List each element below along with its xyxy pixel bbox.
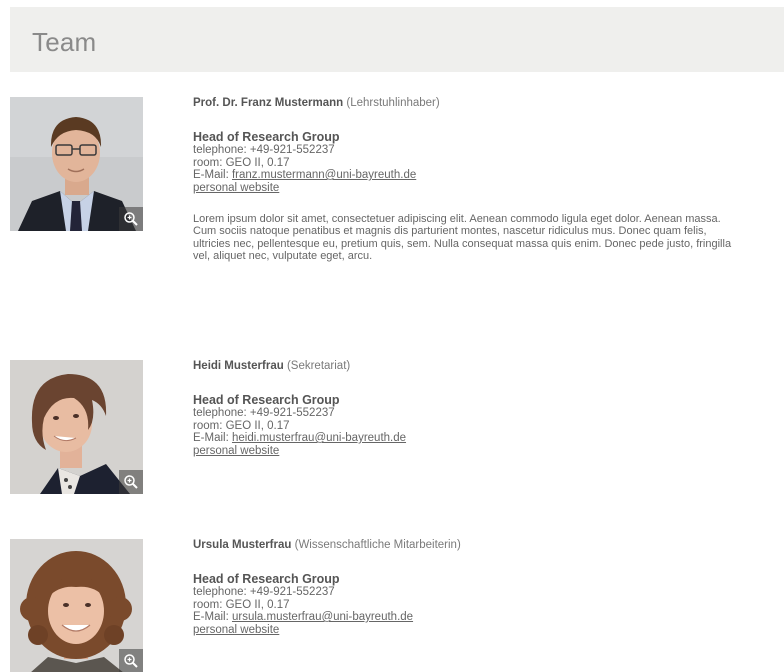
member-photo[interactable] — [10, 539, 143, 672]
member-role: (Sekretariat) — [286, 360, 351, 372]
member-email-line: E-Mail: franz.mustermann@uni-bayreuth.de — [193, 169, 753, 182]
member-photo[interactable] — [10, 360, 143, 494]
member-email-line: E-Mail: heidi.musterfrau@uni-bayreuth.de — [193, 432, 753, 445]
email-label: E-Mail: — [193, 432, 229, 444]
member-phone: telephone: +49-921-552237 — [193, 586, 335, 598]
member-name: Ursula Musterfrau — [193, 539, 292, 551]
member-room: room: GEO II, 0.17 — [193, 156, 290, 169]
email-link[interactable]: franz.mustermann@uni-bayreuth.de — [232, 169, 416, 181]
website-link[interactable]: personal website — [193, 445, 279, 457]
member-room: room: GEO II, 0.17 — [193, 419, 290, 432]
website-link[interactable]: personal website — [193, 182, 279, 194]
email-link[interactable]: heidi.musterfrau@uni-bayreuth.de — [232, 432, 406, 444]
email-label: E-Mail: — [193, 169, 229, 181]
member-name-line: Ursula Musterfrau (Wissenschaftliche Mit… — [193, 539, 753, 552]
page-title: Team — [32, 27, 97, 57]
member-name-line: Prof. Dr. Franz Mustermann (Lehrstuhlinh… — [193, 97, 753, 110]
member-name-line: Heidi Musterfrau (Sekretariat) — [193, 360, 753, 373]
member-email-line: E-Mail: ursula.musterfrau@uni-bayreuth.d… — [193, 611, 753, 624]
member-info: Prof. Dr. Franz Mustermann (Lehrstuhlinh… — [193, 97, 753, 263]
member-position: Head of Research Group — [193, 393, 340, 407]
member-photo[interactable] — [10, 97, 143, 231]
member-role: (Wissenschaftliche Mitarbeiterin) — [294, 539, 461, 551]
member-phone: telephone: +49-921-552237 — [193, 144, 335, 156]
member-room: room: GEO II, 0.17 — [193, 598, 290, 611]
email-label: E-Mail: — [193, 611, 229, 623]
member-info: Ursula Musterfrau (Wissenschaftliche Mit… — [193, 539, 753, 636]
website-link[interactable]: personal website — [193, 624, 279, 636]
team-page: Team Prof. Dr. Franz Mustermann (Lehrstu… — [0, 0, 784, 672]
member-phone: telephone: +49-921-552237 — [193, 407, 335, 419]
member-position: Head of Research Group — [193, 130, 340, 144]
member-website-line: personal website — [193, 182, 753, 195]
email-link[interactable]: ursula.musterfrau@uni-bayreuth.de — [232, 611, 413, 623]
member-position: Head of Research Group — [193, 572, 340, 586]
member-info: Heidi Musterfrau (Sekretariat) Head of R… — [193, 360, 753, 457]
page-header: Team — [10, 7, 784, 72]
member-name: Heidi Musterfrau — [193, 360, 284, 372]
member-role: (Lehrstuhlinhaber) — [346, 97, 440, 109]
zoom-in-icon[interactable] — [119, 649, 143, 672]
member-website-line: personal website — [193, 445, 753, 458]
member-website-line: personal website — [193, 624, 753, 637]
zoom-in-icon[interactable] — [119, 207, 143, 231]
zoom-in-icon[interactable] — [119, 470, 143, 494]
member-bio: Lorem ipsum dolor sit amet, consectetuer… — [193, 213, 732, 263]
member-name: Prof. Dr. Franz Mustermann — [193, 97, 344, 109]
